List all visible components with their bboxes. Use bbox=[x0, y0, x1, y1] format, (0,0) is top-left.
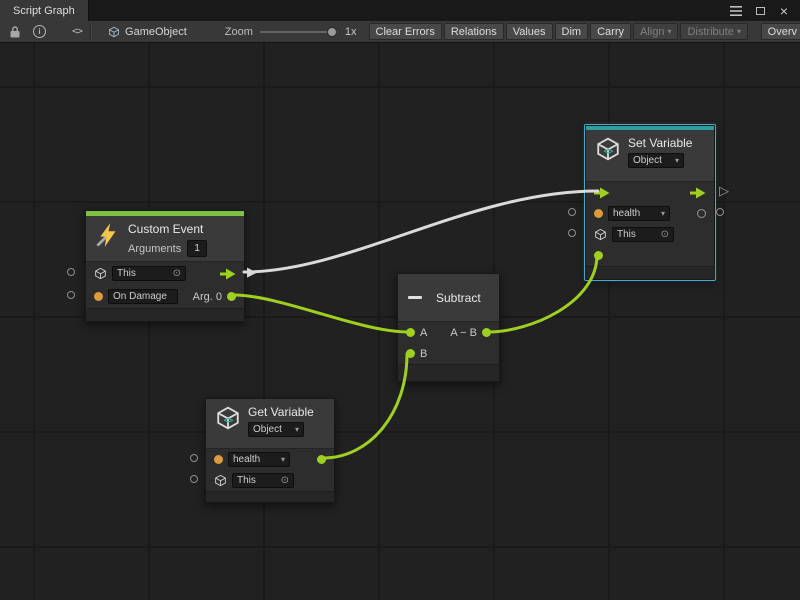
chevron-down-icon: ▾ bbox=[667, 28, 671, 36]
node-title: Custom Event bbox=[128, 222, 207, 236]
window-controls: × bbox=[729, 0, 800, 21]
zoom-value: 1x bbox=[345, 26, 357, 38]
subtract-icon bbox=[408, 296, 422, 299]
node-title: Subtract bbox=[436, 291, 481, 305]
info-icon[interactable]: i bbox=[33, 24, 46, 40]
chevron-down-icon: ▾ bbox=[661, 209, 665, 218]
node-footer bbox=[398, 364, 499, 381]
align-button[interactable]: Align▾ bbox=[633, 23, 678, 40]
external-port[interactable] bbox=[67, 268, 75, 276]
target-picker-icon: ⊙ bbox=[281, 475, 289, 486]
input-b-port[interactable] bbox=[406, 349, 415, 358]
variable-name-dropdown[interactable]: health ▾ bbox=[608, 206, 670, 221]
tab-label: Script Graph bbox=[13, 5, 75, 17]
node-footer bbox=[86, 308, 244, 321]
distribute-button[interactable]: Distribute▾ bbox=[680, 23, 747, 40]
relations-button[interactable]: Relations bbox=[444, 23, 504, 40]
node-footer bbox=[586, 266, 714, 279]
toolbar-separator bbox=[90, 25, 92, 39]
external-port[interactable] bbox=[716, 208, 724, 216]
wire-getvariable-to-subtract-b[interactable] bbox=[323, 354, 407, 458]
gameobject-icon bbox=[214, 474, 227, 487]
graph-canvas[interactable]: Custom Event Arguments 1 This ⊙ bbox=[0, 43, 800, 600]
target-picker-icon: ⊙ bbox=[661, 229, 669, 240]
chevron-down-icon: ▾ bbox=[675, 156, 679, 165]
gameobject-icon bbox=[108, 24, 120, 40]
custom-event-icon bbox=[95, 222, 121, 248]
node-footer bbox=[206, 491, 334, 502]
node-title: Get Variable bbox=[248, 405, 314, 419]
arguments-label: Arguments bbox=[128, 243, 181, 255]
unity-script-graph-window: Script Graph × i <> GameObject Zoom 1x C… bbox=[0, 0, 800, 600]
gameobject-icon bbox=[94, 267, 107, 280]
flow-arrowhead-icon[interactable]: ▶ bbox=[247, 265, 257, 278]
gameobject-icon bbox=[594, 228, 607, 241]
external-port[interactable] bbox=[568, 208, 576, 216]
dim-button[interactable]: Dim bbox=[555, 23, 589, 40]
node-subtract[interactable]: Subtract A A − B B bbox=[397, 273, 500, 382]
wire-flow-customevent-to-setvariable[interactable] bbox=[244, 191, 598, 272]
chevron-down-icon: ▾ bbox=[295, 425, 299, 434]
event-input-port[interactable] bbox=[94, 292, 103, 301]
flow-output-port[interactable] bbox=[220, 268, 236, 280]
wire-subtract-to-setvariable-value[interactable] bbox=[488, 255, 597, 332]
carry-button[interactable]: Carry bbox=[590, 23, 631, 40]
value-output-port[interactable] bbox=[697, 209, 706, 218]
wire-arg0-to-subtract-a[interactable] bbox=[234, 295, 408, 332]
flow-output-port[interactable] bbox=[690, 187, 706, 199]
window-tab-bar: Script Graph × bbox=[0, 0, 800, 21]
clear-errors-button[interactable]: Clear Errors bbox=[369, 23, 442, 40]
toolbar-buttons: Clear Errors Relations Values Dim Carry … bbox=[369, 23, 800, 40]
target-dropdown[interactable]: This ⊙ bbox=[612, 227, 674, 242]
arguments-input[interactable]: 1 bbox=[187, 240, 207, 257]
input-a-label: A bbox=[420, 327, 427, 339]
input-b-label: B bbox=[420, 348, 427, 360]
arg0-output-port[interactable] bbox=[227, 292, 236, 301]
value-output-port[interactable] bbox=[317, 455, 326, 464]
value-input-port[interactable] bbox=[594, 251, 603, 260]
window-close-icon[interactable]: × bbox=[777, 4, 791, 18]
variable-scope-dropdown[interactable]: Object ▾ bbox=[628, 153, 684, 168]
lock-icon[interactable] bbox=[9, 24, 21, 40]
target-dropdown[interactable]: This ⊙ bbox=[112, 266, 186, 281]
external-port[interactable] bbox=[190, 454, 198, 462]
chevron-down-icon: ▾ bbox=[737, 28, 741, 36]
tab-script-graph[interactable]: Script Graph bbox=[0, 0, 89, 21]
values-button[interactable]: Values bbox=[506, 23, 553, 40]
external-port[interactable] bbox=[190, 475, 198, 483]
overview-button[interactable]: Overv bbox=[761, 23, 800, 40]
arg0-label: Arg. 0 bbox=[193, 291, 222, 303]
target-dropdown[interactable]: This ⊙ bbox=[232, 473, 294, 488]
external-port[interactable] bbox=[67, 291, 75, 299]
node-get-variable[interactable]: <> Get Variable Object ▾ health ▾ bbox=[205, 398, 335, 503]
variable-name-dropdown[interactable]: health ▾ bbox=[228, 452, 290, 467]
target-picker-icon: ⊙ bbox=[173, 268, 181, 279]
variable-name-port[interactable] bbox=[594, 209, 603, 218]
input-a-port[interactable] bbox=[406, 328, 415, 337]
output-label: A − B bbox=[450, 327, 477, 339]
window-menu-icon[interactable] bbox=[729, 4, 743, 18]
external-port[interactable] bbox=[568, 229, 576, 237]
node-custom-event[interactable]: Custom Event Arguments 1 This ⊙ bbox=[85, 210, 245, 322]
zoom-label: Zoom bbox=[225, 26, 253, 38]
flow-continuation-icon[interactable]: ▷ bbox=[719, 184, 729, 197]
output-port[interactable] bbox=[482, 328, 491, 337]
variable-icon: <> bbox=[215, 405, 241, 431]
chevron-down-icon: ▾ bbox=[281, 455, 285, 464]
code-preview-icon[interactable]: <> bbox=[72, 24, 82, 40]
flow-input-port[interactable] bbox=[594, 187, 610, 199]
window-maximize-icon[interactable] bbox=[753, 4, 767, 18]
gameobject-context[interactable]: GameObject bbox=[108, 24, 187, 40]
variable-name-port[interactable] bbox=[214, 455, 223, 464]
zoom-slider-handle[interactable] bbox=[327, 27, 337, 37]
gameobject-label: GameObject bbox=[125, 26, 187, 38]
node-title: Set Variable bbox=[628, 136, 692, 150]
variable-icon: <> bbox=[595, 136, 621, 162]
event-name-field[interactable]: On Damage bbox=[108, 289, 178, 304]
zoom-slider[interactable] bbox=[260, 31, 338, 33]
variable-scope-dropdown[interactable]: Object ▾ bbox=[248, 422, 304, 437]
node-set-variable[interactable]: <> Set Variable Object ▾ bbox=[585, 125, 715, 280]
graph-toolbar: i <> GameObject Zoom 1x Clear Errors Rel… bbox=[0, 21, 800, 43]
